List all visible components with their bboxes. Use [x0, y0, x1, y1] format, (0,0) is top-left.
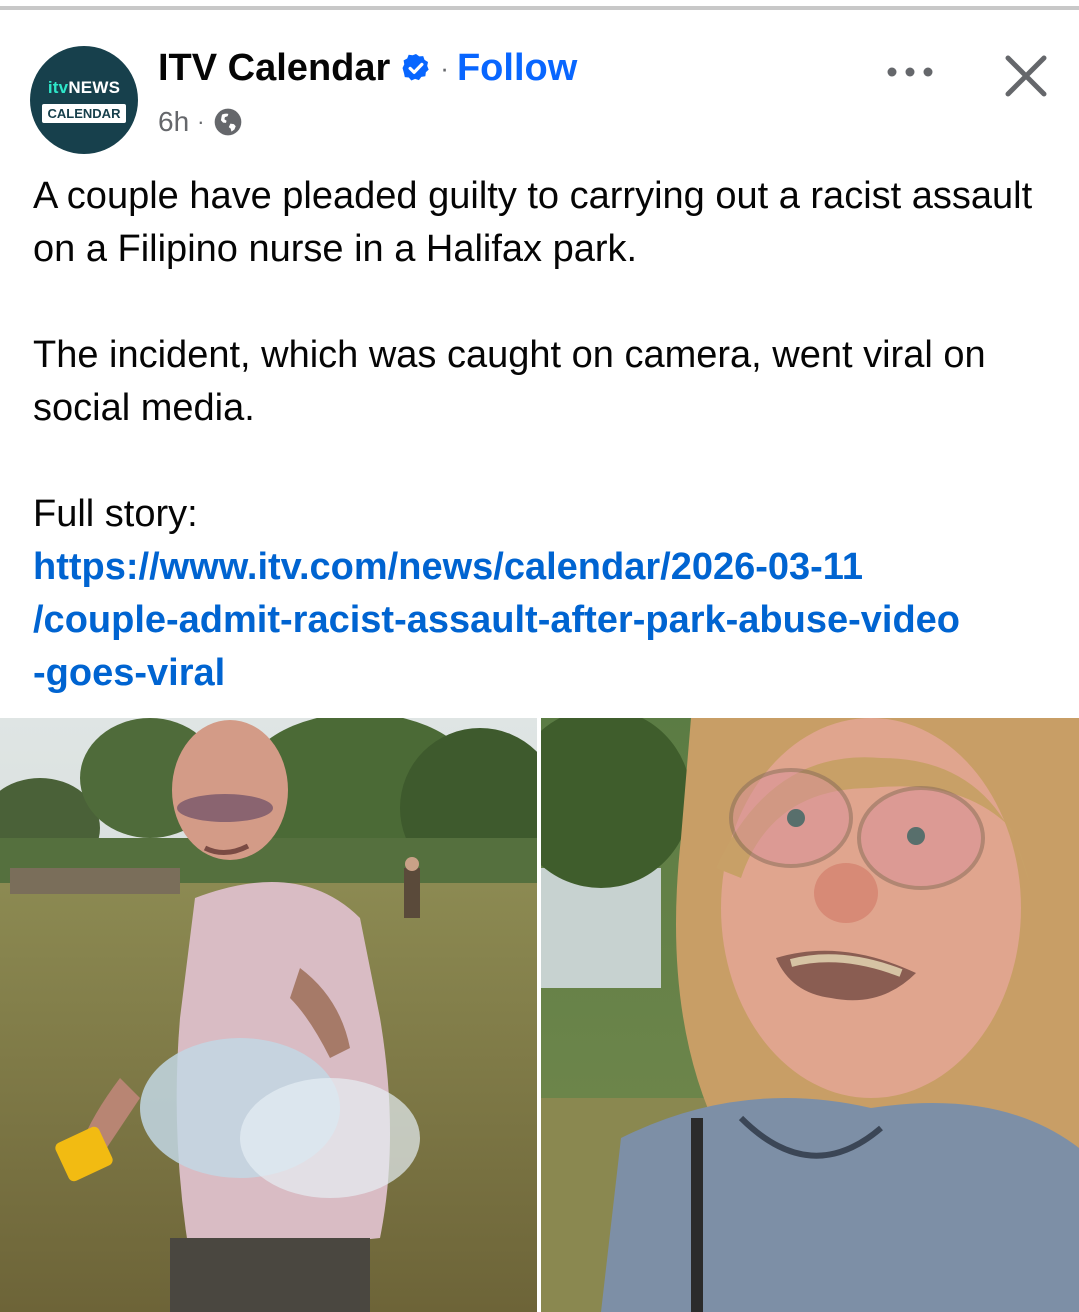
post-paragraph-2: The incident, which was caught on camera…: [33, 334, 986, 429]
man-in-park-photo: [0, 718, 537, 1312]
post-message: A couple have pleaded guilty to carrying…: [33, 170, 1043, 700]
story-link-line-2[interactable]: /couple-admit-racist-assault-after-park-…: [33, 594, 1043, 647]
post-header: itvNEWS CALENDAR ITV Calendar · Follow 6…: [0, 10, 1079, 154]
meta-separator: ·: [197, 109, 205, 134]
post-media[interactable]: [0, 718, 1079, 1312]
avatar-logo: itvNEWS: [47, 77, 121, 97]
avatar-logo-subtitle: CALENDAR: [41, 103, 127, 123]
story-link[interactable]: https://www.itv.com/news/calendar/2026-0…: [33, 541, 1043, 700]
post-title-row: ITV Calendar · Follow: [158, 46, 577, 90]
left-photo[interactable]: [0, 718, 537, 1312]
page-avatar[interactable]: itvNEWS CALENDAR: [30, 46, 138, 154]
post-paragraph-1: A couple have pleaded guilty to carrying…: [33, 175, 1033, 270]
right-photo[interactable]: [541, 718, 1079, 1312]
post-paragraph-3: Full story: https://www.itv.com/news/cal…: [33, 488, 1043, 700]
post-timestamp[interactable]: 6h: [158, 106, 189, 138]
follow-button[interactable]: Follow: [457, 47, 577, 90]
verified-badge-icon: [402, 54, 429, 81]
title-separator: ·: [440, 52, 449, 83]
story-link-line-3[interactable]: -goes-viral: [33, 647, 1043, 700]
story-link-line-1[interactable]: https://www.itv.com/news/calendar/2026-0…: [33, 541, 1043, 594]
more-options-icon[interactable]: [880, 52, 940, 92]
woman-grimacing-photo: [541, 718, 1079, 1312]
close-icon[interactable]: [998, 48, 1054, 104]
globe-icon: [215, 108, 242, 136]
post-meta-row: 6h ·: [158, 102, 244, 142]
page-name-link[interactable]: ITV Calendar: [158, 47, 390, 90]
full-story-label: Full story:: [33, 493, 198, 535]
